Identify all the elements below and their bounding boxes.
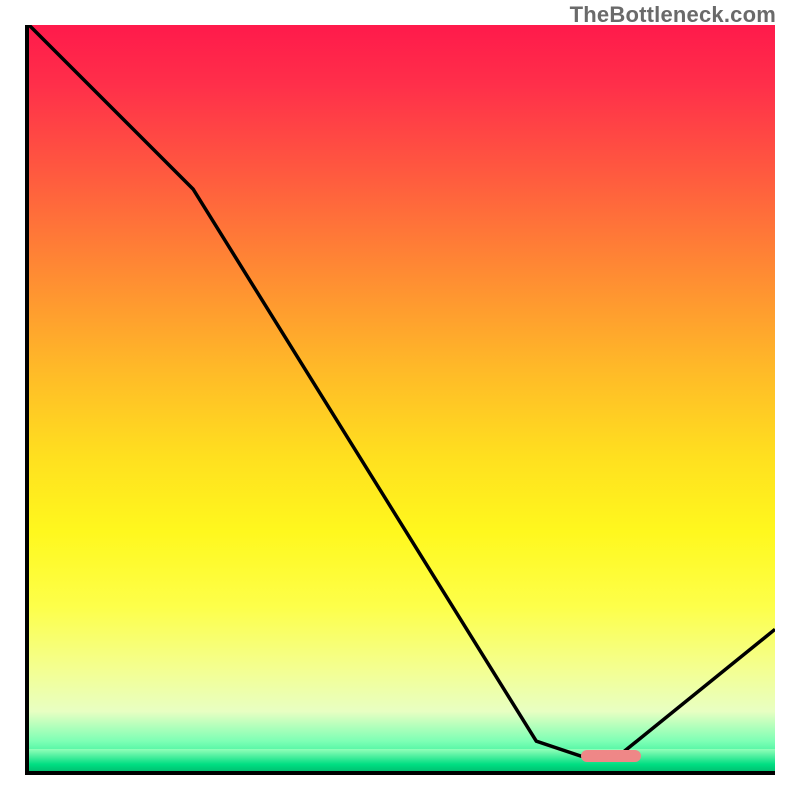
optimal-range-marker bbox=[581, 750, 641, 762]
bottleneck-curve bbox=[29, 25, 775, 771]
plot-area bbox=[25, 25, 775, 775]
chart-container: TheBottleneck.com bbox=[0, 0, 800, 800]
curve-path bbox=[29, 25, 775, 756]
